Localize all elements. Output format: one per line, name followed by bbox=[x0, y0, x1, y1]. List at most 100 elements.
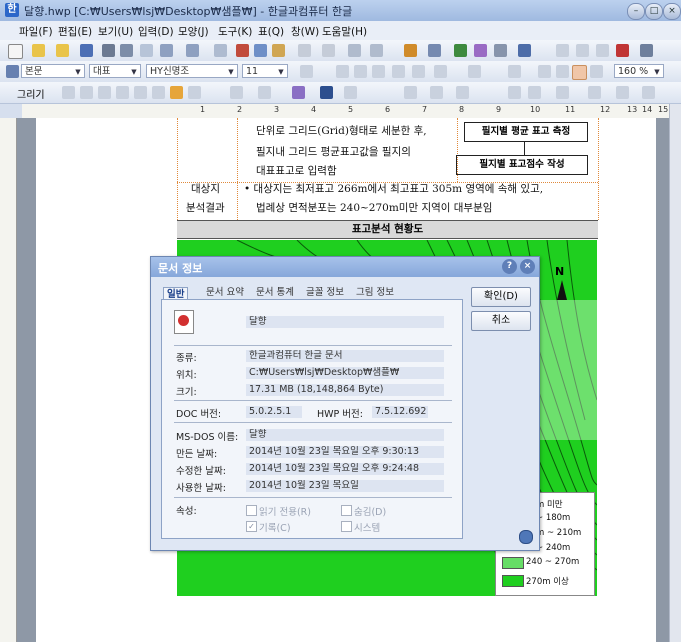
tab-pictures[interactable]: 그림 정보 bbox=[356, 286, 394, 299]
tab-summary[interactable]: 문서 요약 bbox=[206, 286, 244, 299]
paste-icon[interactable] bbox=[272, 44, 285, 57]
rectangle-icon[interactable] bbox=[80, 86, 93, 99]
readonly-checkbox[interactable] bbox=[246, 505, 257, 516]
fill-color-icon[interactable] bbox=[292, 86, 305, 99]
vertical-ruler[interactable] bbox=[0, 118, 17, 642]
horizontal-ruler[interactable]: 1 2 3 4 5 6 7 8 9 10 11 12 13 14 15 bbox=[22, 104, 669, 119]
line-style-icon[interactable] bbox=[404, 86, 417, 99]
subscript-icon[interactable] bbox=[412, 65, 425, 78]
maximize-button[interactable]: □ bbox=[645, 3, 663, 20]
presentation-icon[interactable] bbox=[616, 44, 629, 57]
open-dropdown-icon[interactable] bbox=[56, 44, 69, 57]
align-objects-icon[interactable] bbox=[556, 86, 569, 99]
select-object-icon[interactable] bbox=[230, 86, 243, 99]
font-language-select[interactable]: 대표 ▼ bbox=[89, 64, 141, 78]
shadow-icon[interactable] bbox=[344, 86, 357, 99]
grid-icon[interactable] bbox=[596, 44, 609, 57]
dialog-help-icon[interactable]: ? bbox=[502, 259, 517, 274]
scissors-icon[interactable] bbox=[236, 44, 249, 57]
chart-icon[interactable] bbox=[454, 44, 467, 57]
redo-icon[interactable] bbox=[186, 44, 199, 57]
menu-tools[interactable]: 도구(K) bbox=[218, 24, 252, 39]
line-icon[interactable] bbox=[62, 86, 75, 99]
pin-icon[interactable] bbox=[519, 530, 533, 544]
cut-icon[interactable] bbox=[214, 44, 227, 57]
picture-icon[interactable] bbox=[404, 44, 417, 57]
menu-table[interactable]: 표(Q) bbox=[258, 24, 284, 39]
line-width-icon[interactable] bbox=[430, 86, 443, 99]
align-right-icon[interactable] bbox=[590, 65, 603, 78]
tab-statistics[interactable]: 문서 통계 bbox=[256, 286, 294, 299]
dialog-title-bar[interactable]: 문서 정보 ? × bbox=[151, 257, 539, 277]
flip-icon[interactable] bbox=[616, 86, 629, 99]
bold-icon[interactable] bbox=[336, 65, 349, 78]
menu-window[interactable]: 창(W) bbox=[291, 24, 319, 39]
zoom-select[interactable]: 160 % ▼ bbox=[614, 64, 664, 78]
split-icon[interactable] bbox=[556, 44, 569, 57]
close-button[interactable]: × bbox=[663, 3, 681, 20]
arc-icon[interactable] bbox=[116, 86, 129, 99]
underline-icon[interactable] bbox=[372, 65, 385, 78]
align-justify-icon[interactable] bbox=[572, 65, 587, 80]
polygon-icon[interactable] bbox=[134, 86, 147, 99]
open-folder-icon[interactable] bbox=[32, 44, 45, 57]
char-shape-icon[interactable] bbox=[434, 65, 447, 78]
undo-icon[interactable] bbox=[160, 44, 173, 57]
hidden-checkbox[interactable] bbox=[341, 505, 352, 516]
dialog-close-icon[interactable]: × bbox=[520, 259, 535, 274]
minimize-button[interactable]: – bbox=[627, 3, 645, 20]
grow-font-icon[interactable] bbox=[300, 65, 313, 78]
group-icon[interactable] bbox=[258, 86, 271, 99]
font-color-icon[interactable] bbox=[468, 65, 481, 78]
ok-button[interactable]: 확인(D) bbox=[471, 287, 531, 307]
line-color-icon[interactable] bbox=[320, 86, 333, 99]
merge-icon[interactable] bbox=[576, 44, 589, 57]
tab-fonts[interactable]: 글꼴 정보 bbox=[306, 286, 344, 299]
menu-insert[interactable]: 입력(D) bbox=[138, 24, 174, 39]
format-paint-icon[interactable] bbox=[298, 44, 311, 57]
system-checkbox[interactable] bbox=[341, 521, 352, 532]
table-icon[interactable] bbox=[428, 44, 441, 57]
pencil-icon[interactable] bbox=[170, 86, 183, 99]
italic-icon[interactable] bbox=[354, 65, 367, 78]
vertical-scrollbar[interactable] bbox=[669, 104, 681, 642]
send-back-icon[interactable] bbox=[528, 86, 541, 99]
fx-icon[interactable] bbox=[494, 44, 507, 57]
page-setup-icon[interactable] bbox=[140, 44, 153, 57]
align-left-icon[interactable] bbox=[538, 65, 551, 78]
ellipse-icon[interactable] bbox=[98, 86, 111, 99]
rotate-icon[interactable] bbox=[588, 86, 601, 99]
hidden-label: 숨김(D) bbox=[354, 507, 387, 518]
menu-format[interactable]: 모양(J) bbox=[178, 24, 209, 39]
print-preview-icon[interactable] bbox=[120, 44, 133, 57]
link-icon[interactable] bbox=[348, 44, 361, 57]
menu-edit[interactable]: 편집(E) bbox=[58, 24, 92, 39]
new-document-icon[interactable] bbox=[8, 44, 23, 59]
arrow-style-icon[interactable] bbox=[456, 86, 469, 99]
menu-file[interactable]: 파일(F) bbox=[19, 24, 53, 39]
align-center-icon[interactable] bbox=[556, 65, 569, 78]
textbox-icon[interactable] bbox=[188, 86, 201, 99]
print-icon[interactable] bbox=[102, 44, 115, 57]
copy-icon[interactable] bbox=[254, 44, 267, 57]
app-icon[interactable]: 한 bbox=[5, 3, 19, 17]
save-icon[interactable] bbox=[80, 44, 93, 57]
equation-icon[interactable] bbox=[474, 44, 487, 57]
archive-checkbox[interactable]: ✓ bbox=[246, 521, 257, 532]
superscript-icon[interactable] bbox=[392, 65, 405, 78]
font-name-select[interactable]: HY신명조 ▼ bbox=[146, 64, 238, 78]
highlight-icon[interactable] bbox=[508, 65, 521, 78]
help-icon[interactable] bbox=[640, 44, 653, 57]
font-size-select[interactable]: 11 ▼ bbox=[242, 64, 288, 78]
menu-help[interactable]: 도움말(H) bbox=[322, 24, 367, 39]
find-icon[interactable] bbox=[322, 44, 335, 57]
menu-view[interactable]: 보기(U) bbox=[98, 24, 133, 39]
bookmark-icon[interactable] bbox=[370, 44, 383, 57]
bring-front-icon[interactable] bbox=[508, 86, 521, 99]
style-select[interactable]: 본문 ▼ bbox=[21, 64, 85, 78]
legend-swatch bbox=[502, 557, 524, 569]
curve-icon[interactable] bbox=[152, 86, 165, 99]
symbol-icon[interactable] bbox=[518, 44, 531, 57]
cancel-button[interactable]: 취소 bbox=[471, 311, 531, 331]
distribute-icon[interactable] bbox=[642, 86, 655, 99]
